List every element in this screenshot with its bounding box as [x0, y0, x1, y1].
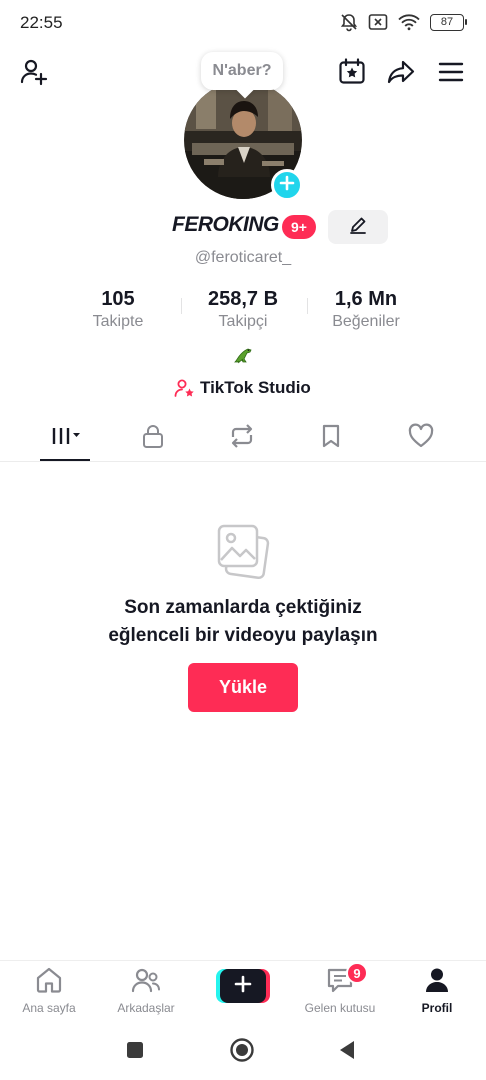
stat-value: 258,7 B: [207, 288, 279, 310]
inbox-badge: 9: [346, 962, 368, 984]
stat-label: Takipte: [92, 313, 144, 330]
stat-label: Beğeniler: [332, 313, 400, 330]
pencil-icon: [348, 215, 368, 240]
tab-indicator: [40, 459, 90, 461]
person-star-icon: [174, 378, 196, 403]
crocodile-icon: [232, 344, 254, 366]
tab-liked[interactable]: [391, 416, 451, 460]
square-icon: [125, 1040, 145, 1065]
stat-divider: [181, 298, 182, 314]
recents-button[interactable]: [119, 1036, 151, 1068]
profile-handle: @feroticaret_: [194, 249, 292, 266]
bookmark-icon: [320, 423, 342, 454]
add-story-button[interactable]: [271, 169, 303, 201]
name-row: FEROKING 9+: [0, 210, 486, 244]
system-nav-bar: [0, 1024, 486, 1080]
empty-state-line: eğlenceli bir videoyu paylaşın: [108, 625, 378, 646]
stat-value: 105: [101, 288, 135, 310]
battery-icon: 87: [430, 13, 467, 31]
calendar-star-icon: [337, 57, 367, 92]
menu-button[interactable]: [431, 54, 471, 94]
photos-icon: [214, 520, 272, 582]
stat-following[interactable]: 105 Takipte: [73, 288, 163, 331]
content-tabs: [0, 416, 486, 462]
share-profile-button[interactable]: [381, 54, 421, 94]
notification-badge[interactable]: 9+: [282, 215, 316, 239]
plus-icon: [234, 975, 252, 998]
plus-icon: [279, 175, 295, 196]
nav-profile[interactable]: Profil: [389, 967, 485, 1023]
circle-icon: [229, 1037, 255, 1068]
stat-likes[interactable]: 1,6 Mn Beğeniler: [318, 288, 414, 331]
mute-bell-icon: [339, 12, 359, 32]
create-button[interactable]: [216, 969, 270, 1003]
lock-icon: [141, 423, 165, 454]
nav-home[interactable]: Ana sayfa: [1, 967, 97, 1023]
profile-icon: [423, 966, 451, 999]
status-icons: 87: [339, 12, 467, 32]
menu-icon: [437, 60, 465, 89]
calendar-button[interactable]: [332, 54, 372, 94]
tab-private[interactable]: [123, 416, 183, 460]
stat-divider: [307, 298, 308, 314]
empty-state-line: Son zamanlarda çektiğiniz: [124, 597, 362, 618]
heart-icon: [407, 423, 435, 454]
status-time: 22:55: [20, 13, 63, 32]
edit-profile-button[interactable]: [328, 210, 388, 244]
nav-label: Arkadaşlar: [117, 1001, 175, 1015]
profile-stats: 105 Takipte 258,7 B Takipçi 1,6 Mn Beğen…: [0, 288, 486, 338]
stat-followers[interactable]: 258,7 B Takipçi: [193, 288, 293, 331]
add-friend-button[interactable]: [14, 54, 54, 94]
note-bubble[interactable]: N'aber?: [201, 52, 283, 90]
repost-icon: [228, 423, 256, 454]
tiktok-studio-link[interactable]: TikTok Studio: [0, 377, 486, 399]
status-bar: 22:55 87: [0, 0, 486, 46]
stat-label: Takipçi: [218, 313, 268, 330]
tab-videos[interactable]: [35, 416, 95, 460]
nav-label: Profil: [421, 1001, 453, 1015]
username: FEROKING: [172, 213, 279, 236]
nav-label: Gelen kutusu: [304, 1001, 376, 1015]
wifi-icon: [397, 13, 421, 31]
empty-state-message: Son zamanlarda çektiğiniz eğlenceli bir …: [0, 594, 486, 650]
back-button[interactable]: [331, 1036, 363, 1068]
no-sim-icon: [368, 13, 388, 31]
share-icon: [386, 57, 416, 92]
nav-label: Ana sayfa: [22, 1001, 76, 1015]
studio-label: TikTok Studio: [200, 378, 311, 397]
bottom-nav: Ana sayfa Arkadaşlar Gelen kutusu Profil: [0, 960, 486, 1024]
upload-button[interactable]: Yükle: [188, 663, 298, 712]
home-system-button[interactable]: [226, 1036, 258, 1068]
tab-reposts[interactable]: [212, 416, 272, 460]
back-triangle-icon: [337, 1039, 357, 1066]
videos-grid-icon: [45, 424, 85, 453]
home-icon: [34, 966, 64, 999]
tab-saved[interactable]: [301, 416, 361, 460]
nav-inbox[interactable]: Gelen kutusu: [292, 967, 388, 1023]
stat-value: 1,6 Mn: [334, 288, 398, 310]
nav-friends[interactable]: Arkadaşlar: [98, 967, 194, 1023]
add-friend-icon: [19, 57, 49, 92]
friends-icon: [130, 966, 162, 999]
